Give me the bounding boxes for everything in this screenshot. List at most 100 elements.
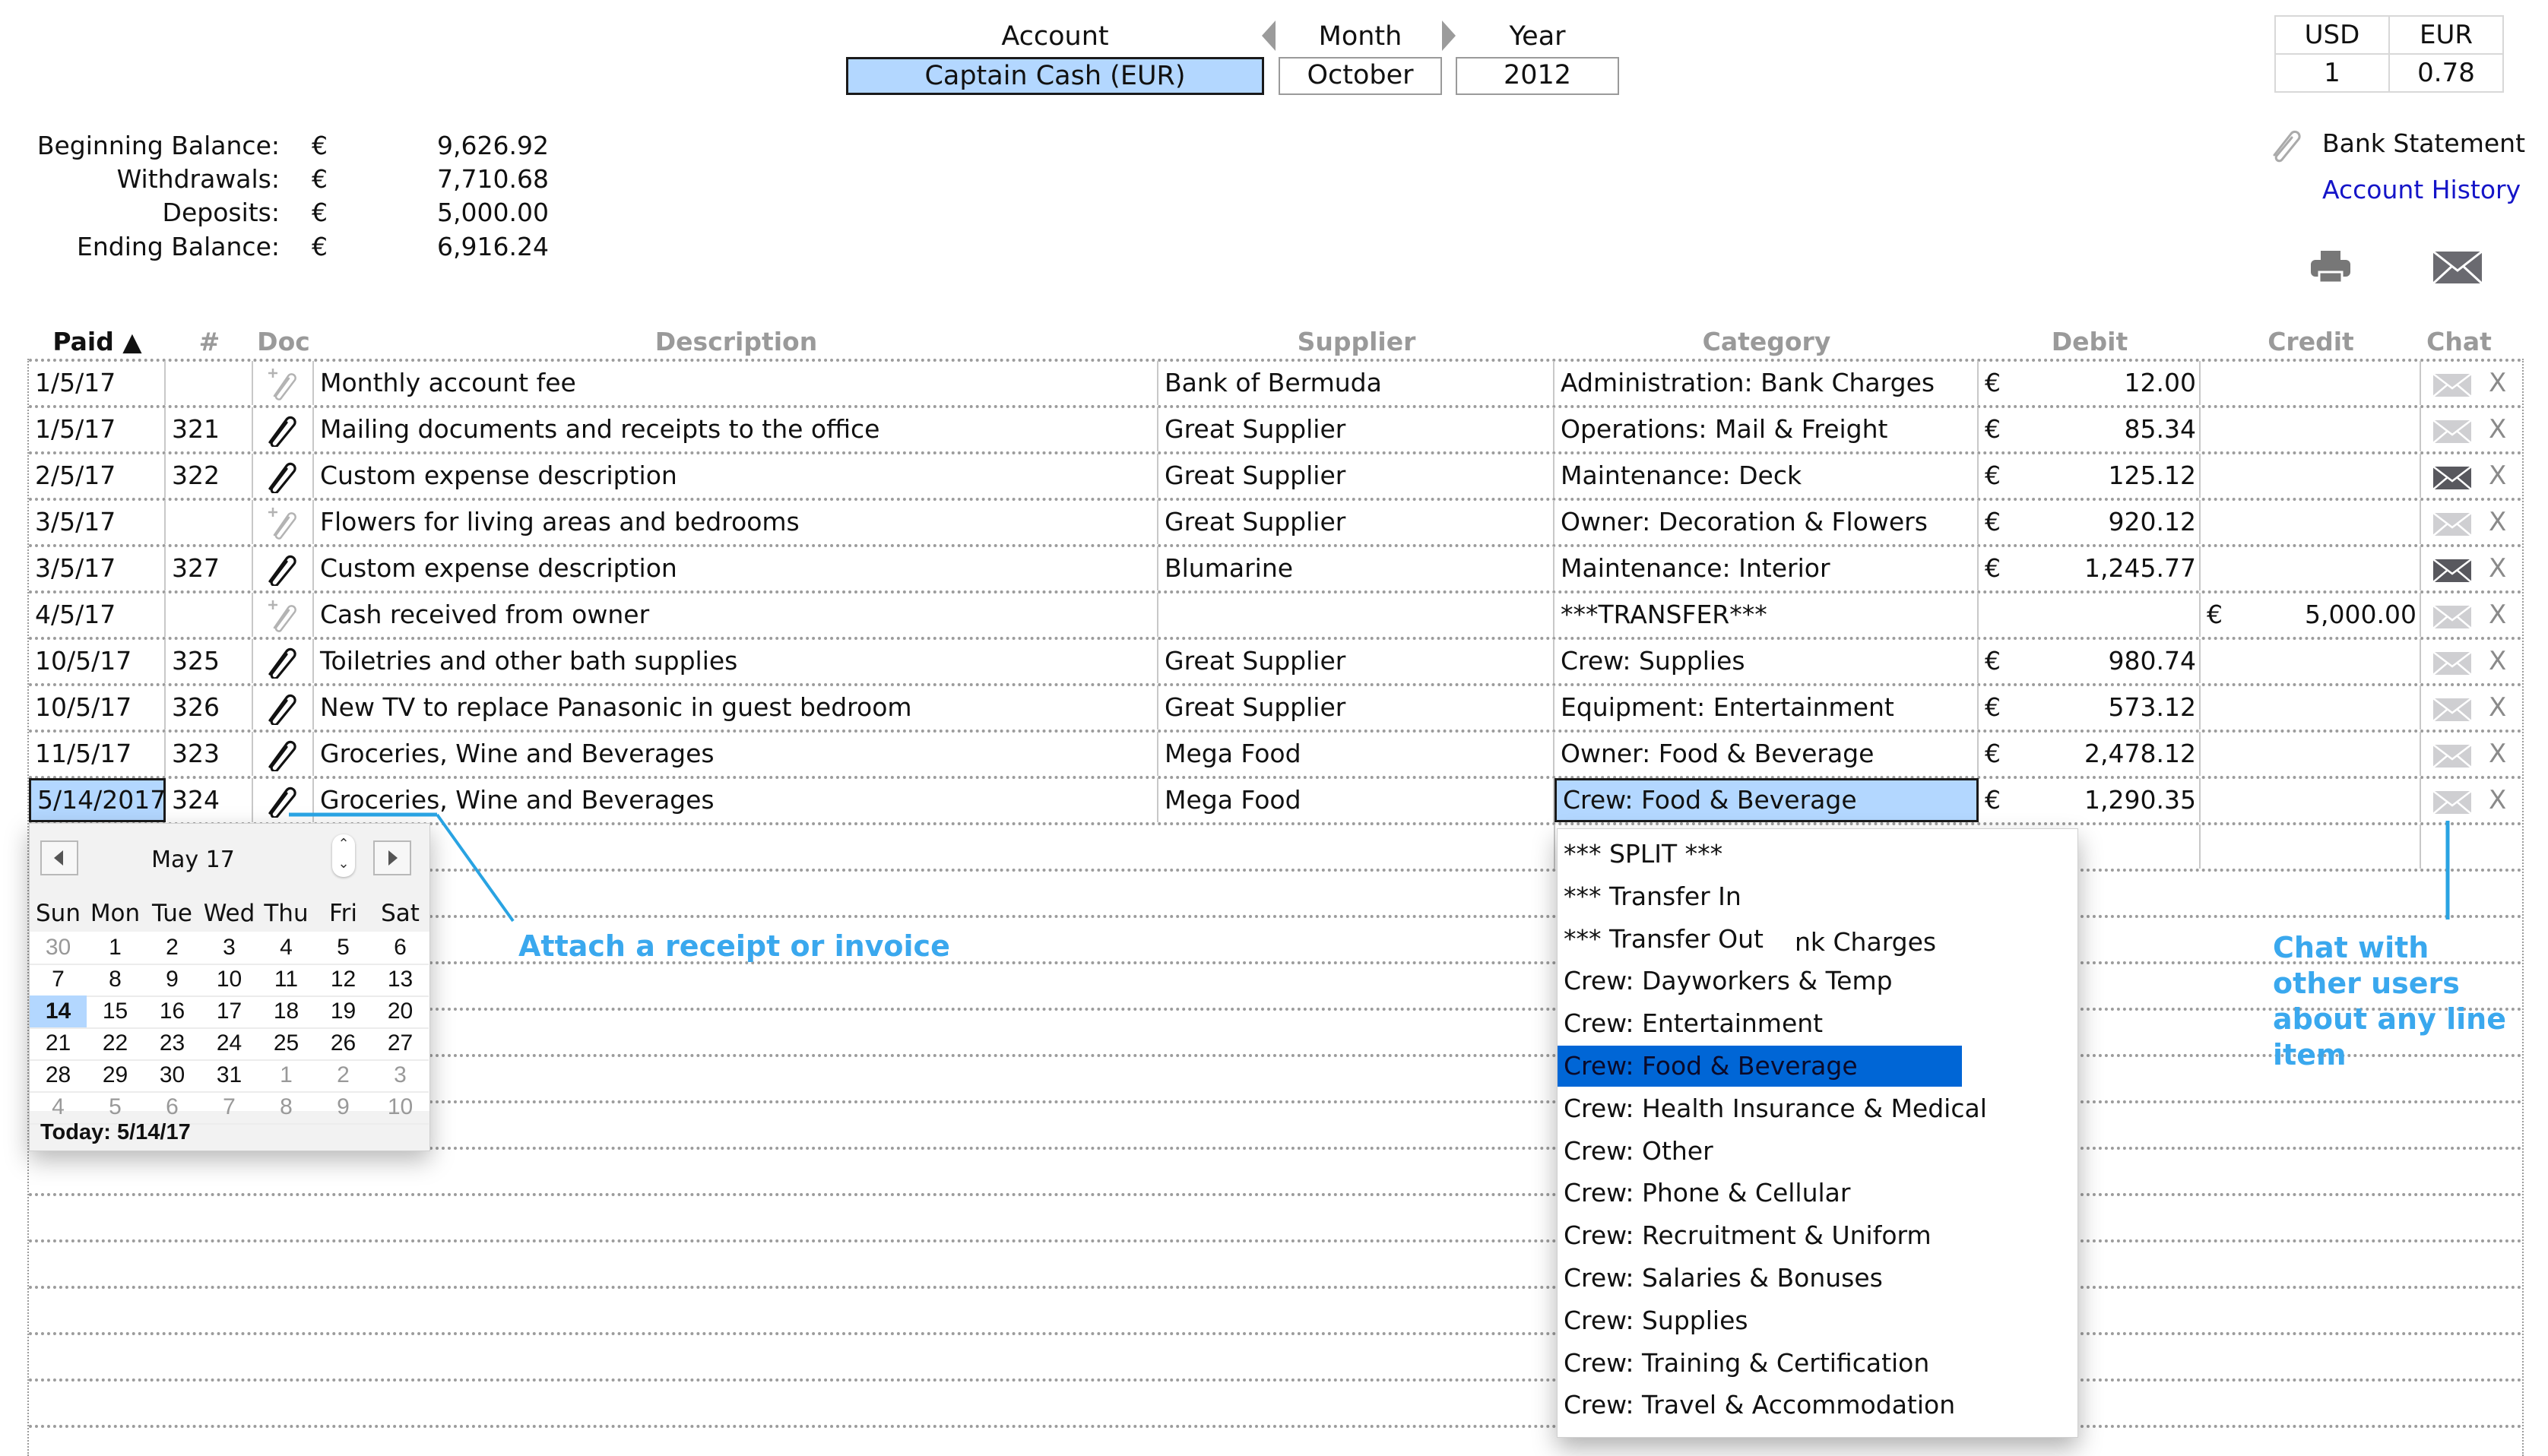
dropdown-option[interactable]: Crew: Recruitment & Uniform xyxy=(1558,1215,2071,1256)
dropdown-option[interactable]: Crew: Supplies xyxy=(1558,1300,2071,1341)
calendar-day[interactable]: 4 xyxy=(258,932,315,965)
column-header-number[interactable]: # xyxy=(166,327,253,356)
calendar-day[interactable]: 19 xyxy=(315,995,372,1029)
calendar-day[interactable]: 27 xyxy=(372,1027,429,1061)
category-cell[interactable]: Maintenance: Deck xyxy=(1554,454,1979,498)
supplier-cell[interactable] xyxy=(1158,593,1554,637)
calendar-day[interactable]: 2 xyxy=(315,1059,372,1093)
table-row[interactable]: 10/5/17 326 New TV to replace Panasonic in… xyxy=(29,685,2524,732)
year-field[interactable]: 2012 xyxy=(1456,57,1619,95)
category-cell[interactable]: Equipment: Entertainment xyxy=(1554,685,1979,730)
delete-row-button[interactable]: X xyxy=(2489,500,2506,544)
chat-icon[interactable] xyxy=(2432,605,2472,629)
paperclip-icon[interactable] xyxy=(264,736,300,771)
calendar-day[interactable]: 1 xyxy=(258,1059,315,1093)
table-row[interactable]: 1/5/17 321 Mailing documents and receipts … xyxy=(29,407,2524,454)
delete-row-button[interactable]: X xyxy=(2489,454,2506,498)
doc-cell[interactable] xyxy=(253,593,314,637)
delete-row-button[interactable]: X xyxy=(2489,593,2506,637)
table-row[interactable]: 3/5/17 Flowers for living areas and bedro… xyxy=(29,500,2524,546)
paid-date-cell[interactable]: 3/5/17 xyxy=(29,500,166,544)
delete-row-button[interactable]: X xyxy=(2489,732,2506,776)
calendar-day[interactable]: 30 xyxy=(30,932,87,965)
chat-active-icon[interactable] xyxy=(2432,559,2472,583)
calendar-day[interactable]: 26 xyxy=(315,1027,372,1061)
calendar-day[interactable]: 29 xyxy=(87,1059,144,1093)
check-number-cell[interactable]: 322 xyxy=(166,454,253,498)
supplier-cell[interactable]: Blumarine xyxy=(1158,546,1554,590)
supplier-cell[interactable]: Great Supplier xyxy=(1158,454,1554,498)
table-row[interactable]: 4/5/17 Cash received from owner ***TRANSFE… xyxy=(29,593,2524,639)
table-row[interactable]: 1/5/17 Monthly account fee Bank of Bermuda… xyxy=(29,361,2524,407)
debit-amount-cell[interactable]: 2,478.12 xyxy=(2009,732,2201,776)
month-field[interactable]: October xyxy=(1279,57,1442,95)
calendar-day[interactable]: 9 xyxy=(144,964,201,997)
category-cell[interactable]: Crew: Supplies xyxy=(1554,639,1979,683)
paperclip-icon[interactable] xyxy=(2267,126,2303,163)
check-number-cell[interactable]: 327 xyxy=(166,546,253,590)
account-history-link[interactable]: Account History xyxy=(2322,177,2521,202)
check-number-cell[interactable]: 325 xyxy=(166,639,253,683)
table-row[interactable]: 3/5/17 327 Custom expense description Bluma… xyxy=(29,546,2524,593)
supplier-cell[interactable]: Mega Food xyxy=(1158,732,1554,776)
fx-value-eur[interactable]: 0.78 xyxy=(2388,53,2504,93)
dropdown-option[interactable]: Crew: Other xyxy=(1558,1131,2071,1172)
calendar-day[interactable]: 5 xyxy=(315,932,372,965)
calendar-day[interactable]: 23 xyxy=(144,1027,201,1061)
paid-date-cell[interactable]: 1/5/17 xyxy=(29,361,166,405)
credit-amount-cell[interactable] xyxy=(2231,407,2421,451)
calendar-day[interactable]: 20 xyxy=(372,995,429,1029)
description-cell[interactable]: Toiletries and other bath supplies xyxy=(314,639,1158,683)
debit-amount-cell[interactable]: 573.12 xyxy=(2009,685,2201,730)
chat-icon[interactable] xyxy=(2432,651,2472,676)
credit-amount-cell[interactable] xyxy=(2231,732,2421,776)
calendar-day[interactable]: 21 xyxy=(30,1027,87,1061)
description-cell[interactable]: New TV to replace Panasonic in guest bed… xyxy=(314,685,1158,730)
category-cell[interactable]: Administration: Bank Charges xyxy=(1554,361,1979,405)
column-header-debit[interactable]: Debit xyxy=(1979,327,2201,356)
doc-cell[interactable] xyxy=(253,732,314,776)
column-header-credit[interactable]: Credit xyxy=(2201,327,2421,356)
bank-statement-link[interactable]: Bank Statement xyxy=(2322,131,2525,156)
delete-row-button[interactable]: X xyxy=(2489,407,2506,451)
calendar-day[interactable]: 24 xyxy=(201,1027,258,1061)
dropdown-option[interactable]: Crew: Salaries & Bonuses xyxy=(1558,1258,2071,1299)
calendar-prev-button[interactable] xyxy=(40,840,78,875)
doc-cell[interactable] xyxy=(253,546,314,590)
debit-amount-cell[interactable]: 85.34 xyxy=(2009,407,2201,451)
delete-row-button[interactable]: X xyxy=(2489,639,2506,683)
column-header-paid[interactable]: Paid ▲ xyxy=(29,327,166,356)
column-header-category[interactable]: Category xyxy=(1554,327,1979,356)
delete-row-button[interactable]: X xyxy=(2489,685,2506,730)
debit-amount-cell[interactable]: 12.00 xyxy=(2009,361,2201,405)
calendar-day[interactable]: 3 xyxy=(372,1059,429,1093)
description-cell[interactable]: Monthly account fee xyxy=(314,361,1158,405)
email-icon[interactable] xyxy=(2432,251,2483,284)
calendar-day[interactable]: 17 xyxy=(201,995,258,1029)
credit-amount-cell[interactable] xyxy=(2231,685,2421,730)
column-header-doc[interactable]: Doc xyxy=(253,327,314,356)
supplier-cell[interactable]: Great Supplier xyxy=(1158,639,1554,683)
debit-amount-cell[interactable]: 125.12 xyxy=(2009,454,2201,498)
check-number-cell[interactable] xyxy=(166,500,253,544)
delete-row-button[interactable]: X xyxy=(2489,778,2506,822)
paperclip-icon[interactable] xyxy=(264,412,300,447)
printer-icon[interactable] xyxy=(2309,249,2352,286)
supplier-cell[interactable]: Great Supplier xyxy=(1158,685,1554,730)
calendar-day[interactable]: 9 xyxy=(315,1091,372,1125)
credit-amount-cell[interactable] xyxy=(2231,778,2421,822)
calendar-day[interactable]: 7 xyxy=(30,964,87,997)
table-row[interactable]: 10/5/17 325 Toiletries and other bath supp… xyxy=(29,639,2524,685)
chat-icon[interactable] xyxy=(2432,698,2472,722)
dropdown-option[interactable]: *** SPLIT *** xyxy=(1558,834,2071,875)
calendar-day[interactable]: 31 xyxy=(201,1059,258,1093)
add-attachment-icon[interactable] xyxy=(264,505,300,540)
check-number-cell[interactable]: 323 xyxy=(166,732,253,776)
credit-amount-cell[interactable] xyxy=(2231,454,2421,498)
debit-amount-cell[interactable] xyxy=(2009,593,2201,637)
add-attachment-icon[interactable] xyxy=(264,597,300,632)
doc-cell[interactable] xyxy=(253,500,314,544)
chat-icon[interactable] xyxy=(2432,744,2472,768)
credit-amount-cell[interactable] xyxy=(2231,500,2421,544)
next-month-arrow-icon[interactable] xyxy=(1442,21,1456,51)
